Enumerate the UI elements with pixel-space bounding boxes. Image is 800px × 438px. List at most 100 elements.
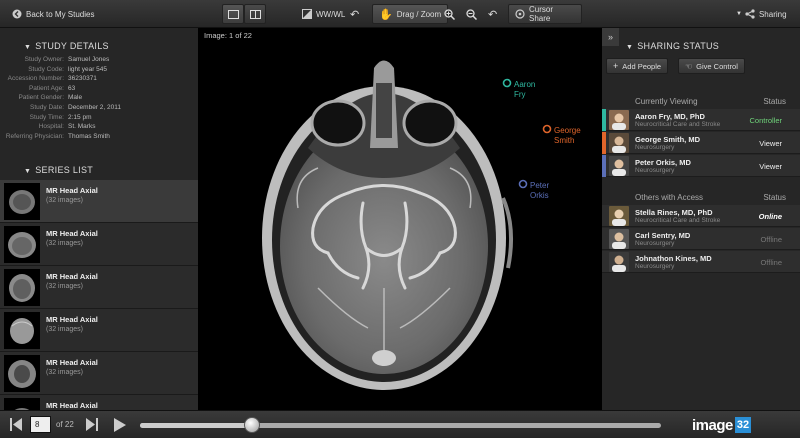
avatar [609,229,629,249]
person-department: Neurosurgery [635,263,675,270]
currently-viewing-header: Currently Viewing Status [602,97,800,109]
others-header: Others with Access Status [602,193,800,205]
chevron-down-icon: ▼ [736,11,742,17]
cursor-name-last: Smith [554,136,575,145]
detail-value: Male [68,94,83,102]
single-layout-button[interactable] [222,4,244,24]
collapse-triangle-icon: ▼ [24,44,32,51]
series-thumbnail[interactable] [4,269,40,306]
person-row[interactable]: Aaron Fry, MD, PhD Neurocritical Care an… [602,109,800,131]
series-list-header[interactable]: ▼ SERIES LIST [24,165,93,175]
study-details-title: STUDY DETAILS [35,41,109,51]
slider-fill [140,423,252,428]
presence-color-bar [602,132,606,154]
study-detail-row: Accession Number: 36230371 [0,74,198,84]
person-row[interactable]: Stella Rines, MD, PhD Neurocritical Care… [602,205,800,227]
shared-cursor: Peter Orkis [518,179,549,201]
series-thumbnail[interactable] [4,183,40,220]
series-count: (32 images) [46,240,83,247]
series-thumbnail[interactable] [4,355,40,392]
undo-icon: ↶ [350,8,360,21]
cursor-name-last: Fry [514,90,526,99]
back-label: Back to My Studies [26,9,95,19]
contrast-icon [302,9,312,19]
status-column-label: Status [763,193,786,202]
left-panel: ▼ STUDY DETAILS Study Owner: Samuel Jones S… [0,28,198,438]
cursor-share-button[interactable]: Cursor Share [508,4,582,24]
series-count: (32 images) [46,197,83,204]
detail-value: light year 545 [68,65,108,73]
person-department: Neurosurgery [635,167,675,174]
frame-slider[interactable] [140,417,661,433]
cursor-icon [515,9,525,19]
sharing-status-title: SHARING STATUS [637,41,720,51]
series-thumbnail[interactable] [4,226,40,263]
give-control-button[interactable]: ☜ Give Control [678,58,745,74]
person-row[interactable]: Carl Sentry, MD Neurosurgery Offline [602,228,800,250]
detail-label: Study Code: [28,65,64,73]
reset-view-button[interactable]: ↶ [482,4,503,24]
image-viewer[interactable]: Image: 1 of 22 Aaron Fry George Smith Pe… [198,28,602,410]
person-name: Peter Orkis, MD [635,158,691,167]
add-people-button[interactable]: + Add People [606,58,669,74]
series-item[interactable]: MR Head Axial (32 images) [0,223,198,266]
series-thumbnail[interactable] [4,312,40,349]
back-to-studies-button[interactable]: Back to My Studies [6,4,100,24]
person-status: Offline [760,235,782,244]
person-department: Neurocritical Care and Stroke [635,121,721,128]
series-item[interactable]: MR Head Axial (32 images) [0,309,198,352]
last-frame-button[interactable] [86,418,98,433]
person-status: Controller [749,116,782,125]
series-count: (32 images) [46,283,83,290]
hand-icon: ✋ [379,8,393,21]
study-detail-row: Study Time: 2:15 pm [0,113,198,123]
person-row[interactable]: Johnathon Kines, MD Neurosurgery Offline [602,251,800,273]
person-department: Neurosurgery [635,240,675,247]
sharing-status-header[interactable]: ▼ SHARING STATUS [626,41,719,51]
sharing-panel: » ▼ SHARING STATUS + Add People ☜ Give Co… [602,28,800,410]
detail-label: Study Owner: [24,56,64,63]
study-detail-row: Study Owner: Samuel Jones [0,55,198,65]
detail-label: Patient Gender: [18,94,64,102]
detail-label: Study Time: [29,113,64,121]
series-list: MR Head Axial (32 images) MR Head Axial … [0,180,198,438]
brain-scan-image[interactable] [198,28,602,410]
slider-thumb[interactable] [244,417,260,433]
currently-viewing-label: Currently Viewing [635,97,698,106]
person-row[interactable]: Peter Orkis, MD Neurosurgery Viewer [602,155,800,177]
detail-label: Referring Physician: [5,132,64,140]
frame-number-input[interactable] [30,416,51,433]
series-name: MR Head Axial [46,186,98,195]
give-control-label: Give Control [696,61,738,71]
detail-label: Study Date: [30,103,64,111]
hand-pointer-icon: ☜ [685,61,693,71]
others-with-access-label: Others with Access [635,193,704,202]
shared-cursor: Aaron Fry [502,78,535,100]
person-name: Johnathon Kines, MD [635,254,712,263]
play-button[interactable] [114,418,126,434]
split-layout-button[interactable] [244,4,266,24]
person-name: Stella Rines, MD, PhD [635,208,713,217]
drag-zoom-button[interactable]: ✋ Drag / Zoom [372,4,449,24]
series-item[interactable]: MR Head Axial (32 images) [0,266,198,309]
collapse-panel-button[interactable]: » [602,28,619,46]
wwwl-label: WW/WL [316,9,346,19]
series-item[interactable]: MR Head Axial (32 images) [0,180,198,223]
study-details-header[interactable]: ▼ STUDY DETAILS [24,41,109,51]
study-detail-row: Referring Physician: Thomas Smith [0,132,198,142]
study-detail-row: Patient Gender: Male [0,93,198,103]
series-list-title: SERIES LIST [35,165,94,175]
sharing-label: Sharing [758,9,787,19]
person-name: Aaron Fry, MD, PhD [635,112,705,121]
sharing-menu-button[interactable]: ▼ Sharing [730,4,793,24]
skip-forward-icon [86,418,98,431]
zoom-out-button[interactable] [460,4,483,24]
undo-wwwl-button[interactable]: ↶ [344,4,365,24]
series-item[interactable]: MR Head Axial (32 images) [0,352,198,395]
zoom-in-button[interactable] [438,4,461,24]
first-frame-button[interactable] [10,418,22,433]
detail-value: St. Marks [68,123,96,131]
detail-value: Thomas Smith [68,132,110,140]
person-row[interactable]: George Smith, MD Neurosurgery Viewer [602,132,800,154]
detail-value: December 2, 2011 [68,103,121,111]
